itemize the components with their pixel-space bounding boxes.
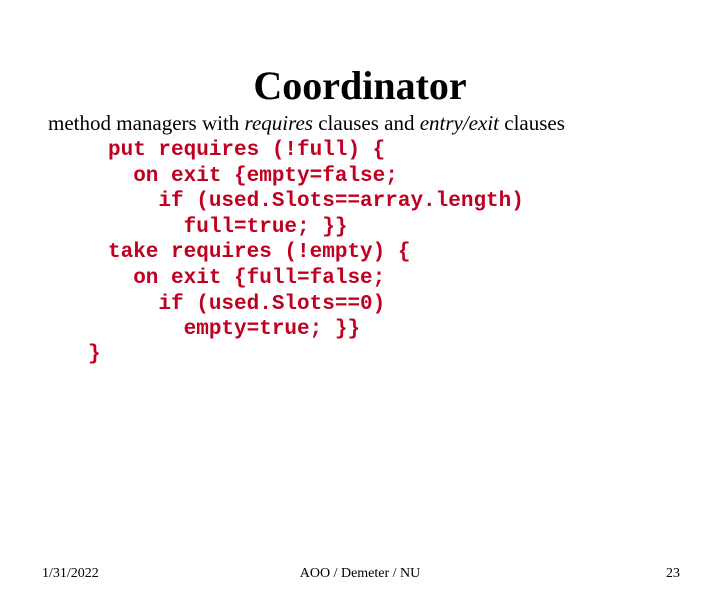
code-close-brace: } (88, 343, 720, 366)
subtitle-text-2: clauses and (313, 111, 420, 135)
code-line-5: take requires (!empty) { (108, 241, 410, 264)
footer-center: AOO / Demeter / NU (0, 566, 720, 582)
code-block: put requires (!full) { on exit {empty=fa… (108, 138, 720, 343)
footer-page-number: 23 (666, 566, 680, 582)
slide-title: Coordinator (0, 62, 720, 109)
slide-footer: 1/31/2022 AOO / Demeter / NU 23 (0, 566, 720, 582)
code-line-3: if (used.Slots==array.length) (108, 190, 524, 213)
footer-date: 1/31/2022 (42, 566, 99, 582)
code-line-6: on exit {full=false; (108, 267, 385, 290)
slide-subtitle: method managers with requires clauses an… (48, 111, 720, 136)
code-line-4: full=true; }} (108, 216, 347, 239)
code-line-1: put requires (!full) { (108, 139, 385, 162)
subtitle-italic-1: requires (245, 111, 313, 135)
subtitle-text-3: clauses (499, 111, 565, 135)
code-line-2: on exit {empty=false; (108, 165, 398, 188)
code-line-8: empty=true; }} (108, 318, 360, 341)
subtitle-italic-2: entry/exit (420, 111, 499, 135)
code-line-7: if (used.Slots==0) (108, 293, 385, 316)
subtitle-text-1: method managers with (48, 111, 245, 135)
